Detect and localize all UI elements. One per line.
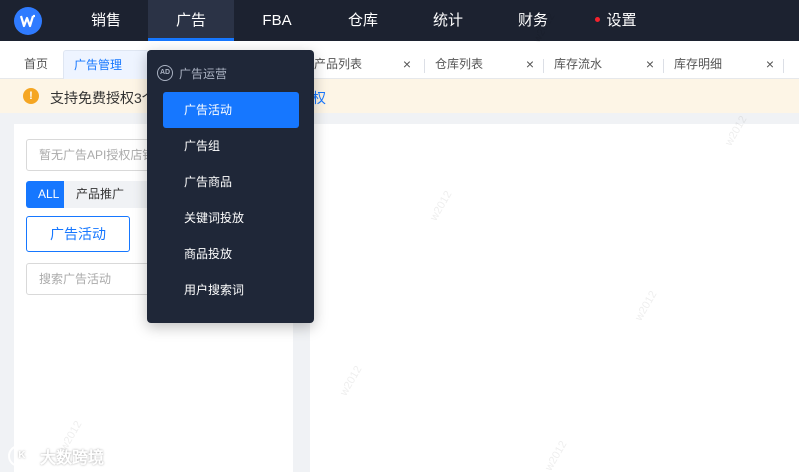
search-input[interactable]: 搜索广告活动	[26, 263, 166, 295]
tab-ad-management-label: 广告管理	[74, 58, 123, 72]
nav-item-sales[interactable]: 销售	[64, 0, 148, 41]
filter-product-promotion-button[interactable]: 产品推广	[64, 181, 154, 208]
tab-bar: 首页 广告管理 产品列表 × 仓库列表 × 库存流水 × 库存明细 ×	[0, 41, 799, 79]
tab-inventory-detail-label: 库存明细	[674, 57, 723, 71]
close-icon[interactable]: ×	[766, 50, 774, 78]
ads-dropdown-menu: AD 广告运营 广告活动 广告组 广告商品 关键词投放 商品投放 用户搜索词	[147, 50, 314, 323]
tab-warehouse-list-label: 仓库列表	[435, 57, 484, 71]
menu-item-ad-campaigns[interactable]: 广告活动	[163, 92, 299, 128]
tab-divider	[783, 59, 784, 73]
store-select[interactable]: 暂无广告API授权店铺	[26, 139, 166, 171]
tab-home-label: 首页	[24, 57, 49, 71]
tab-ad-management[interactable]: 广告管理	[63, 50, 149, 79]
brand-text: 大数跨境	[40, 450, 105, 467]
campaign-button[interactable]: 广告活动	[26, 216, 130, 252]
top-nav: 销售 广告 FBA 仓库 统计 财务 设置	[0, 0, 799, 41]
menu-item-ad-groups[interactable]: 广告组	[163, 128, 299, 164]
tab-inventory-detail[interactable]: 库存明细 ×	[664, 50, 782, 79]
tab-inventory-flow[interactable]: 库存流水 ×	[544, 50, 662, 79]
tab-home[interactable]: 首页	[14, 50, 60, 79]
warning-icon: !	[23, 88, 39, 104]
main-content-panel	[310, 124, 799, 472]
close-icon[interactable]: ×	[526, 50, 534, 78]
dropdown-header-label: 广告运营	[179, 66, 228, 81]
tab-product-list-label: 产品列表	[314, 57, 363, 71]
menu-item-search-terms[interactable]: 用户搜索词	[163, 272, 299, 308]
tab-warehouse-list[interactable]: 仓库列表 ×	[425, 50, 542, 79]
notice-text: 支持免费授权3个	[50, 90, 156, 106]
close-icon[interactable]: ×	[403, 50, 411, 78]
notice-bar: ! 支持免费授权3个 权	[0, 79, 799, 113]
nav-item-settings[interactable]: 设置	[576, 0, 656, 41]
menu-item-product-targeting[interactable]: 商品投放	[163, 236, 299, 272]
close-icon[interactable]: ×	[646, 50, 654, 78]
nav-item-fba[interactable]: FBA	[234, 0, 320, 41]
brand-logo-icon: K	[8, 445, 36, 467]
nav-item-ads[interactable]: 广告	[148, 0, 234, 41]
notification-dot	[595, 16, 601, 22]
brand-watermark: K 大数跨境	[8, 444, 104, 468]
menu-item-keyword-targeting[interactable]: 关键词投放	[163, 200, 299, 236]
nav-item-settings-label: 设置	[606, 12, 637, 29]
nav-item-warehouse[interactable]: 仓库	[320, 0, 406, 41]
tab-inventory-flow-label: 库存流水	[554, 57, 603, 71]
tab-product-list[interactable]: 产品列表 ×	[304, 50, 419, 79]
dropdown-header: AD 广告运营	[157, 64, 227, 82]
ad-icon: AD	[157, 65, 173, 81]
app-logo-icon[interactable]	[14, 7, 42, 35]
notice-link[interactable]: 权	[312, 88, 326, 108]
nav-item-stats[interactable]: 统计	[406, 0, 490, 41]
menu-item-ad-products[interactable]: 广告商品	[163, 164, 299, 200]
